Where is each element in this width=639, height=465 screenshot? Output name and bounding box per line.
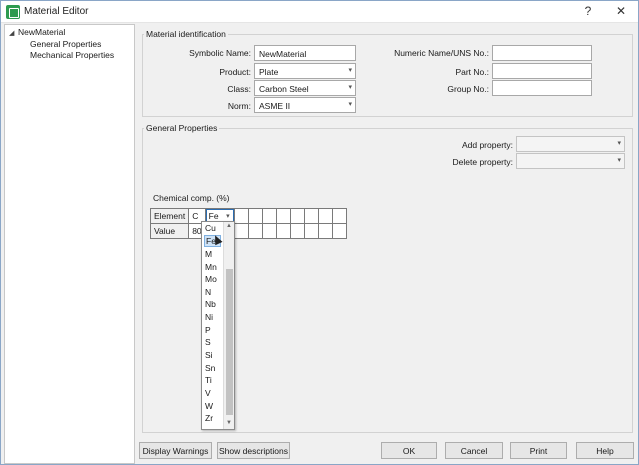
- value-cell[interactable]: [331, 223, 347, 239]
- chevron-down-icon: ▾: [617, 140, 621, 147]
- value-cell[interactable]: [317, 223, 333, 239]
- dropdown-item-s[interactable]: S: [205, 337, 211, 347]
- general-properties-title: General Properties: [144, 123, 220, 133]
- help-button[interactable]: Help: [576, 442, 634, 459]
- print-button[interactable]: Print: [510, 442, 567, 459]
- value-cell[interactable]: [233, 223, 249, 239]
- scroll-up-icon[interactable]: ▲: [226, 223, 232, 229]
- material-tree: ◢ NewMaterial General Properties Mechani…: [4, 24, 135, 464]
- dropdown-item-ni[interactable]: Ni: [205, 312, 213, 322]
- dropdown-scrollbar[interactable]: ▲ ▼: [223, 222, 234, 429]
- chevron-down-icon: ▾: [348, 67, 352, 74]
- ok-button[interactable]: OK: [381, 442, 437, 459]
- app-icon: [6, 5, 20, 19]
- element-cell[interactable]: [303, 208, 319, 224]
- add-property-label: Add property:: [461, 140, 513, 150]
- chevron-down-icon: ▾: [348, 101, 352, 108]
- element-cell[interactable]: [289, 208, 305, 224]
- dropdown-item-w[interactable]: W: [205, 401, 213, 411]
- window-title: Material Editor: [24, 6, 89, 17]
- display-warnings-button[interactable]: Display Warnings: [139, 442, 212, 459]
- value-cell[interactable]: [247, 223, 263, 239]
- norm-select[interactable]: ASME II ▾: [254, 97, 356, 113]
- title-bar: Material Editor ? ✕: [1, 1, 638, 23]
- delete-property-label: Delete property:: [452, 157, 513, 167]
- dropdown-item-m[interactable]: M: [205, 249, 212, 259]
- chevron-down-icon: ▾: [617, 157, 621, 164]
- dropdown-item-mo[interactable]: Mo: [205, 274, 217, 284]
- numeric-name-label: Numeric Name/UNS No.:: [394, 48, 489, 58]
- dropdown-item-cu[interactable]: Cu: [205, 223, 216, 233]
- class-label: Class:: [227, 84, 251, 94]
- help-icon[interactable]: ?: [580, 4, 596, 18]
- element-cell[interactable]: [275, 208, 291, 224]
- value-cell[interactable]: [261, 223, 277, 239]
- element-cell[interactable]: [331, 208, 347, 224]
- element-cell[interactable]: [261, 208, 277, 224]
- part-no-label: Part No.:: [455, 67, 489, 77]
- element-cell[interactable]: [247, 208, 263, 224]
- dropdown-item-mn[interactable]: Mn: [205, 262, 217, 272]
- material-editor-window: Material Editor ? ✕ ◢ NewMaterial Genera…: [0, 0, 639, 465]
- dropdown-item-zr[interactable]: Zr: [205, 413, 213, 423]
- dropdown-item-n[interactable]: N: [205, 287, 211, 297]
- class-value: Carbon Steel: [259, 84, 309, 94]
- symbolic-name-input[interactable]: NewMaterial: [254, 45, 356, 61]
- part-no-input[interactable]: [492, 63, 592, 79]
- dropdown-item-nb[interactable]: Nb: [205, 299, 216, 309]
- scroll-thumb[interactable]: [226, 269, 233, 415]
- chevron-down-icon: ▾: [348, 84, 352, 91]
- delete-property-select[interactable]: ▾: [516, 153, 625, 169]
- close-icon[interactable]: ✕: [613, 4, 629, 18]
- product-label: Product:: [219, 67, 251, 77]
- value-cell[interactable]: [275, 223, 291, 239]
- tree-item-general-properties[interactable]: General Properties: [30, 39, 101, 49]
- material-identification-title: Material identification: [144, 29, 228, 39]
- chemical-comp-title: Chemical comp. (%): [153, 193, 230, 203]
- element-dropdown-list[interactable]: Cu Fe M Mn Mo N Nb Ni P S Si Sn Ti V W Z…: [201, 221, 235, 430]
- dropdown-item-v[interactable]: V: [205, 388, 211, 398]
- show-descriptions-button[interactable]: Show descriptions: [217, 442, 290, 459]
- numeric-name-input[interactable]: [492, 45, 592, 61]
- product-value: Plate: [259, 67, 279, 77]
- dropdown-item-sn[interactable]: Sn: [205, 363, 215, 373]
- cancel-button[interactable]: Cancel: [445, 442, 503, 459]
- chemical-comp-table: Element C Fe ▾ Value 80: [149, 208, 347, 239]
- tree-item-newmaterial[interactable]: NewMaterial: [18, 27, 65, 37]
- norm-label: Norm:: [227, 101, 251, 111]
- chevron-down-icon: ▾: [226, 213, 230, 220]
- dropdown-item-ti[interactable]: Ti: [205, 375, 212, 385]
- value-cell[interactable]: [303, 223, 319, 239]
- product-select[interactable]: Plate ▾: [254, 63, 356, 79]
- group-no-input[interactable]: [492, 80, 592, 96]
- tree-item-mechanical-properties[interactable]: Mechanical Properties: [30, 50, 114, 60]
- add-property-select[interactable]: ▾: [516, 136, 625, 152]
- element-row: Element C Fe ▾: [149, 208, 347, 224]
- scroll-down-icon[interactable]: ▼: [226, 420, 232, 426]
- value-row-header: Value: [149, 223, 190, 239]
- element-row-header: Element: [149, 208, 190, 224]
- dropdown-item-si[interactable]: Si: [205, 350, 213, 360]
- element-cell[interactable]: [233, 208, 249, 224]
- element-select-value: Fe: [208, 211, 219, 221]
- symbolic-name-label: Symbolic Name:: [189, 48, 251, 58]
- norm-value: ASME II: [259, 101, 291, 111]
- element-cell[interactable]: [317, 208, 333, 224]
- value-cell[interactable]: [289, 223, 305, 239]
- value-row: Value 80: [149, 223, 347, 239]
- dropdown-item-p[interactable]: P: [205, 325, 211, 335]
- group-no-label: Group No.:: [447, 84, 489, 94]
- expand-arrow-icon[interactable]: ◢: [9, 29, 14, 37]
- class-select[interactable]: Carbon Steel ▾: [254, 80, 356, 96]
